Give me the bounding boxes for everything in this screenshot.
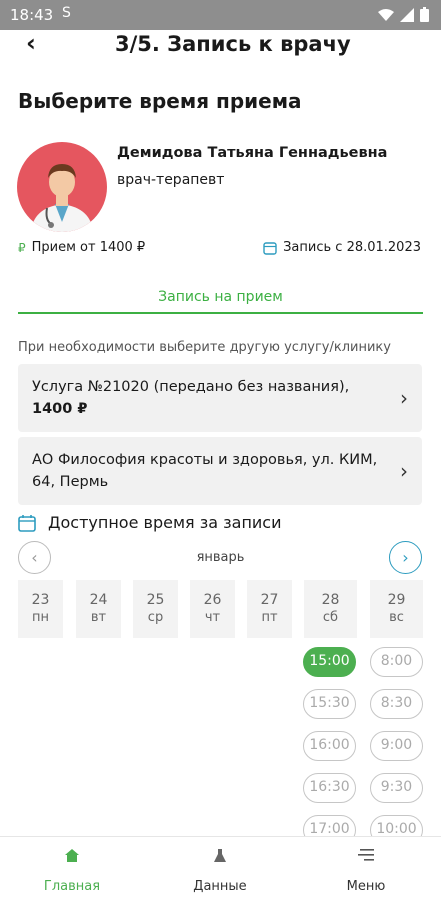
month-label: январь (196, 550, 245, 565)
day-weekday: сб (322, 610, 339, 625)
clinic-line2: 64, Пермь (32, 474, 109, 490)
day-weekday: ср (147, 610, 164, 625)
day-weekday: чт (204, 610, 221, 625)
time-slot[interactable]: 15:30 (303, 689, 356, 719)
nav-home[interactable]: Главная (12, 837, 132, 894)
nav-home-label: Главная (43, 879, 101, 894)
back-button[interactable]: ‹ (26, 30, 36, 56)
nav-data-label: Данные (193, 879, 247, 894)
status-time: 18:43 (10, 6, 54, 24)
flask-icon (160, 849, 280, 871)
day-number: 27 (260, 592, 279, 608)
day-number: 25 (146, 592, 165, 608)
price-info: ₽ Прием от 1400 ₽ (18, 240, 145, 255)
doctor-role: врач-терапевт (117, 172, 225, 188)
status-icons (378, 7, 429, 22)
day-weekday: пт (261, 610, 278, 625)
day-cell[interactable]: 26 чт (190, 580, 235, 638)
service-price: 1400 ₽ (32, 401, 88, 417)
chevron-right-icon: › (400, 386, 408, 410)
doctor-avatar (17, 142, 107, 232)
day-cell[interactable]: 25 ср (133, 580, 178, 638)
day-weekday: вт (90, 610, 107, 625)
service-line1: Услуга №21020 (передано без названия), (32, 379, 350, 395)
clinic-line1: АО Философия красоты и здоровья, ул. КИМ… (32, 452, 378, 468)
home-icon (12, 849, 132, 871)
day-number: 29 (387, 592, 406, 608)
time-slot[interactable]: 9:30 (370, 773, 423, 803)
time-slot[interactable]: 8:30 (370, 689, 423, 719)
status-bar: 18:43 S (0, 0, 441, 30)
day-cell[interactable]: 29 вс (370, 580, 423, 638)
day-cell[interactable]: 28 сб (304, 580, 357, 638)
service-selector[interactable]: Услуга №21020 (передано без названия), 1… (18, 364, 422, 432)
nav-data[interactable]: Данные (160, 837, 280, 894)
calendar-icon (263, 241, 277, 255)
top-bar: ‹ 3/5. Запись к врачу (0, 30, 441, 60)
next-week-button[interactable]: › (389, 541, 422, 574)
signal-icon (400, 7, 414, 22)
chevron-right-icon: › (400, 459, 408, 483)
day-number: 23 (31, 592, 50, 608)
sim-icon: S (62, 5, 71, 21)
ruble-icon: ₽ (18, 240, 26, 255)
day-number: 26 (203, 592, 222, 608)
time-slot[interactable]: 16:00 (303, 731, 356, 761)
day-weekday: пн (32, 610, 49, 625)
day-number: 24 (89, 592, 108, 608)
day-weekday: вс (389, 610, 404, 625)
tab-appointment[interactable]: Запись на прием (18, 284, 423, 314)
available-time-title: Доступное время за записи (48, 513, 282, 532)
day-cell[interactable]: 24 вт (76, 580, 121, 638)
date-text: Запись с 28.01.2023 (283, 240, 421, 255)
hint-text: При необходимости выберите другую услугу… (18, 340, 391, 355)
clinic-selector[interactable]: АО Философия красоты и здоровья, ул. КИМ… (18, 437, 422, 505)
day-cell[interactable]: 27 пт (247, 580, 292, 638)
date-info: Запись с 28.01.2023 (263, 240, 421, 255)
time-slot-selected[interactable]: 15:00 (303, 647, 356, 677)
day-cell[interactable]: 23 пн (18, 580, 63, 638)
time-slot[interactable]: 9:00 (370, 731, 423, 761)
available-time-header: Доступное время за записи (18, 513, 282, 532)
battery-icon (420, 7, 429, 22)
time-slot[interactable]: 16:30 (303, 773, 356, 803)
price-text: Прием от 1400 ₽ (31, 240, 146, 255)
nav-menu[interactable]: Меню (306, 837, 426, 894)
time-slot[interactable]: 8:00 (370, 647, 423, 677)
doctor-illustration-icon (31, 164, 93, 232)
day-number: 28 (321, 592, 340, 608)
page-title: 3/5. Запись к врачу (115, 32, 351, 56)
calendar-icon (18, 514, 36, 532)
bottom-navigation: Главная Данные Меню (0, 836, 441, 900)
wifi-icon (378, 8, 394, 21)
doctor-name: Демидова Татьяна Геннадьевна (117, 145, 388, 161)
nav-menu-label: Меню (346, 879, 386, 894)
menu-icon (306, 849, 426, 871)
section-heading: Выберите время приема (18, 89, 302, 113)
